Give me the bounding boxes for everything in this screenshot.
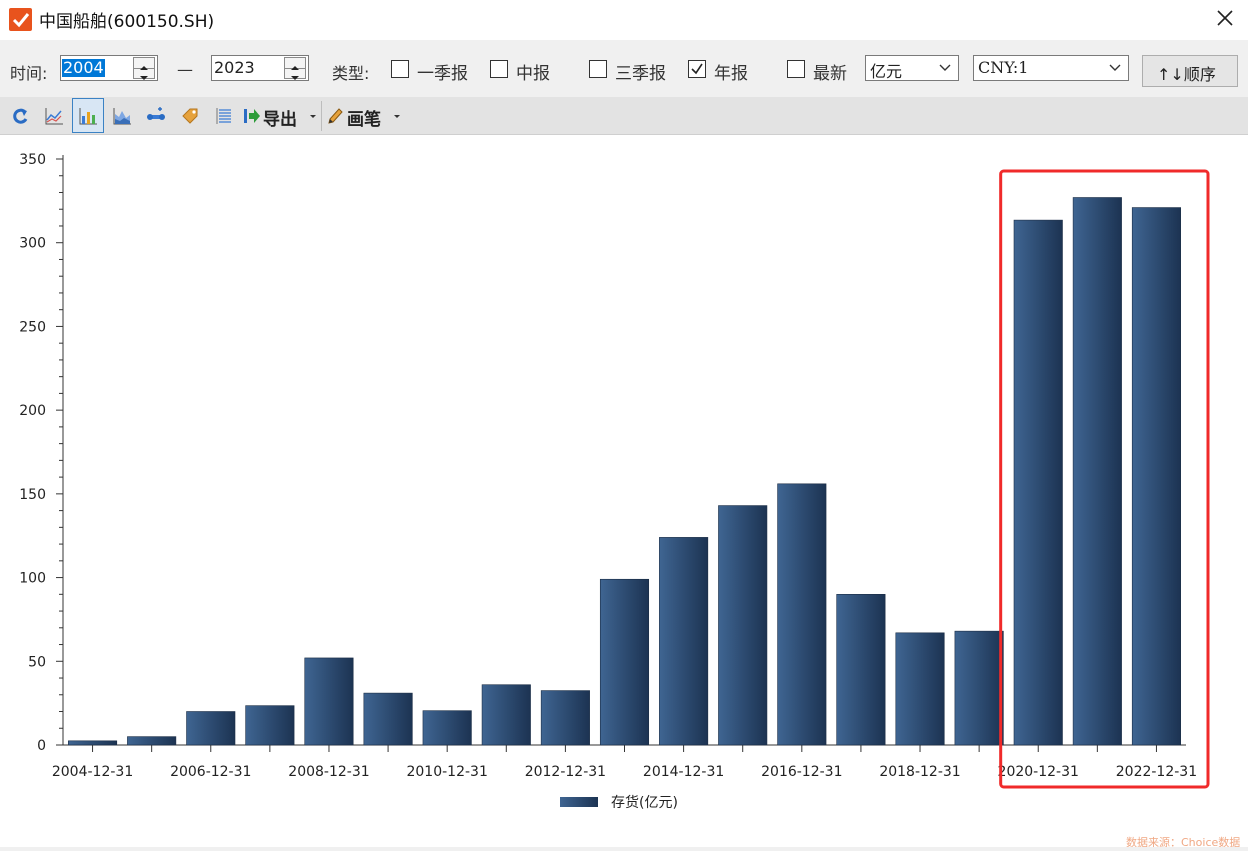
spin-down-icon[interactable] [134, 68, 154, 80]
x-tick-label: 2004-12-31 [52, 764, 133, 780]
toolbar-divider [321, 101, 322, 131]
annual-label[interactable]: 年报 [714, 59, 748, 84]
y-tick-label: 350 [19, 152, 46, 168]
x-tick-label: 2014-12-31 [643, 764, 724, 780]
end-year-arrows[interactable] [284, 57, 306, 80]
x-tick-label: 2012-12-31 [525, 764, 606, 780]
bar[interactable] [68, 740, 118, 746]
y-tick-label: 300 [19, 236, 46, 252]
time-label: 时间: [10, 64, 48, 83]
x-tick-label: 2018-12-31 [879, 764, 960, 780]
compare-icon[interactable] [146, 106, 166, 126]
tag-icon[interactable] [180, 106, 200, 126]
y-axis: 0 50 100 150 200 250 300 350 [19, 152, 64, 754]
bar[interactable] [1013, 219, 1063, 746]
q1-checkbox[interactable] [391, 60, 409, 78]
pen-dropdown-icon[interactable] [393, 112, 401, 120]
start-year-arrows[interactable] [133, 57, 155, 80]
bar[interactable] [422, 710, 472, 746]
bar[interactable] [599, 578, 650, 746]
y-tick-label: 200 [19, 403, 46, 419]
legend: 存货(亿元) [560, 794, 678, 811]
export-button[interactable]: 导出 [263, 105, 297, 130]
bar[interactable] [1072, 197, 1122, 746]
x-tick-label: 2020-12-31 [998, 764, 1079, 780]
checkmark-app-icon [9, 8, 32, 31]
bar[interactable] [836, 594, 886, 746]
currency-select[interactable]: CNY:1 [973, 55, 1129, 81]
area-chart-icon[interactable] [112, 106, 132, 126]
x-tick-label: 2022-12-31 [1116, 764, 1197, 780]
bar[interactable] [540, 690, 590, 746]
bar-chart-icon[interactable] [78, 106, 98, 126]
sort-order-label: ↑↓顺序 [1157, 65, 1216, 84]
x-tick-label: 2008-12-31 [288, 764, 369, 780]
export-dropdown-icon[interactable] [309, 112, 317, 120]
y-tick-label: 150 [19, 487, 46, 503]
end-year-spinner[interactable]: 2023 [211, 55, 309, 81]
y-tick-label: 100 [19, 571, 46, 587]
unit-select[interactable]: 亿元 [865, 55, 959, 81]
half-year-checkbox[interactable] [490, 60, 508, 78]
chevron-down-icon [1109, 64, 1121, 71]
refresh-icon[interactable] [10, 106, 30, 126]
chevron-down-icon [939, 64, 951, 71]
start-year-value[interactable]: 2004 [62, 59, 105, 77]
bar[interactable] [186, 711, 236, 746]
x-axis: 2004-12-31 2006-12-31 2008-12-31 2010-12-31… [52, 744, 1197, 780]
y-tick-label: 250 [19, 319, 46, 335]
legend-swatch [560, 797, 598, 807]
pen-button[interactable]: 画笔 [347, 105, 381, 130]
annual-checkbox[interactable] [688, 60, 706, 78]
y-tick-label: 0 [37, 738, 46, 754]
bar[interactable] [245, 705, 295, 746]
q3-label[interactable]: 三季报 [615, 59, 666, 84]
sort-order-button[interactable]: ↑↓顺序 [1142, 55, 1238, 87]
bar[interactable] [954, 630, 1004, 746]
list-icon[interactable] [214, 106, 234, 126]
bar[interactable] [895, 632, 945, 746]
end-year-value[interactable]: 2023 [213, 59, 256, 77]
latest-label[interactable]: 最新 [813, 59, 847, 84]
bars [68, 197, 1181, 746]
export-icon[interactable] [243, 106, 261, 126]
half-year-label[interactable]: 中报 [516, 59, 550, 84]
bar[interactable] [304, 657, 354, 746]
title-bar: 中国船舶(600150.SH) [0, 0, 1248, 37]
x-tick-label: 2006-12-31 [170, 764, 251, 780]
start-year-spinner[interactable]: 2004 [60, 55, 158, 81]
bottom-border [0, 847, 1248, 851]
y-tick-label: 50 [28, 654, 46, 670]
line-chart-icon[interactable] [44, 106, 64, 126]
bar[interactable] [127, 736, 177, 746]
bar[interactable] [1131, 207, 1181, 746]
bar[interactable] [659, 537, 709, 746]
spin-down-icon[interactable] [285, 68, 305, 80]
pen-icon[interactable] [326, 106, 344, 126]
range-dash: — [177, 60, 193, 79]
bar[interactable] [718, 505, 768, 746]
bar[interactable] [363, 692, 413, 746]
q3-checkbox[interactable] [589, 60, 607, 78]
bar[interactable] [777, 483, 827, 746]
unit-select-value: 亿元 [870, 62, 903, 81]
type-label: 类型: [332, 64, 370, 83]
close-icon[interactable] [1210, 4, 1240, 32]
latest-checkbox[interactable] [787, 60, 805, 78]
currency-select-value: CNY:1 [978, 58, 1029, 77]
legend-label: 存货(亿元) [611, 794, 678, 811]
x-tick-label: 2010-12-31 [406, 764, 487, 780]
inventory-bar-chart: 0 50 100 150 200 250 300 350 2004-12-31 2006-12-… [19, 152, 1210, 811]
q1-label[interactable]: 一季报 [417, 59, 468, 84]
bar[interactable] [481, 684, 531, 746]
checkmark-icon [691, 63, 703, 75]
window-title: 中国船舶(600150.SH) [39, 12, 215, 32]
x-tick-label: 2016-12-31 [761, 764, 842, 780]
